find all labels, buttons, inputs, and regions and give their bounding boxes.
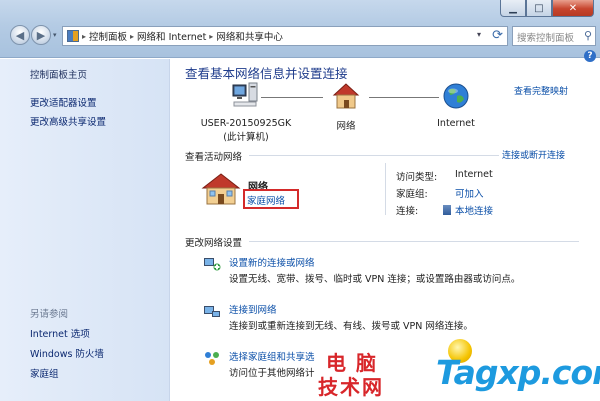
internet-map-label: Internet [437, 118, 475, 129]
network-type-link[interactable]: 家庭网络 [247, 193, 285, 207]
close-button[interactable]: ✕ [552, 0, 594, 17]
local-connection-link[interactable]: 本地连接 [443, 203, 493, 217]
homegroup-sharing-desc: 访问位于其他网络计 [229, 368, 315, 379]
house-icon [332, 83, 360, 109]
sidebar-item-change-adapter-settings[interactable]: 更改适配器设置 [30, 95, 97, 109]
address-bar[interactable]: ▸ 控制面板 ▸ 网络和 Internet ▸ 网络和共享中心 ▾ ⟳ [62, 26, 508, 46]
network-map-label: 网络 [336, 121, 356, 132]
help-icon[interactable]: ? [584, 50, 596, 62]
view-full-map-link[interactable]: 查看完整映射 [514, 84, 568, 97]
sidebar-item-control-panel-home[interactable]: 控制面板主页 [30, 67, 87, 81]
watermark-en-text: Tagxp.com [436, 353, 600, 392]
local-connection-label[interactable]: 本地连接 [455, 206, 493, 217]
search-placeholder: 搜索控制面板 [517, 33, 575, 44]
maximize-button[interactable]: □ [526, 0, 552, 17]
search-input[interactable]: 搜索控制面板 ⚲ [512, 26, 596, 46]
see-also-heading: 另请参阅 [30, 309, 69, 320]
page-title: 查看基本网络信息并设置连接 [185, 66, 348, 81]
connect-to-network-desc: 连接到或重新连接到无线、有线、拨号或 VPN 网络连接。 [229, 321, 473, 332]
setup-connection-link[interactable]: 设置新的连接或网络 [229, 255, 315, 269]
map-node-computer[interactable]: USER-20150925GK (此计算机) [191, 81, 301, 143]
breadcrumb-separator[interactable]: ▸ [82, 32, 86, 41]
access-type-label: 访问类型: [396, 172, 438, 183]
window-titlebar: ▁ □ ✕ ◀ ▶ ▾ ▸ 控制面板 ▸ 网络和 Internet ▸ 网络和共… [0, 0, 600, 58]
minimize-button[interactable]: ▁ [500, 0, 526, 17]
computer-sublabel: (此计算机) [223, 132, 269, 143]
homegroup-join-link[interactable]: 可加入 [455, 186, 484, 200]
sidebar: 控制面板主页 更改适配器设置 更改高级共享设置 另请参阅 Internet 选项… [0, 59, 170, 401]
active-networks-heading: 查看活动网络 [185, 152, 243, 163]
connect-disconnect-link[interactable]: 连接或断开连接 [502, 148, 565, 161]
setup-connection-desc: 设置无线、宽带、拨号、临时或 VPN 连接；或设置路由器或访问点。 [229, 274, 521, 285]
sidebar-item-windows-firewall[interactable]: Windows 防火墙 [30, 346, 104, 360]
computer-name: USER-20150925GK [200, 118, 292, 129]
forward-button[interactable]: ▶ [31, 25, 51, 45]
home-network-icon [201, 173, 241, 205]
map-node-internet[interactable]: Internet [426, 81, 486, 129]
section-divider [249, 241, 579, 242]
recent-pages-dropdown[interactable]: ▾ [53, 31, 57, 39]
section-divider [249, 155, 499, 156]
control-panel-icon [67, 30, 79, 42]
sidebar-item-internet-options[interactable]: Internet 选项 [30, 326, 90, 340]
vertical-divider [385, 163, 386, 215]
breadcrumb-separator[interactable]: ▸ [209, 32, 213, 41]
new-connection-icon [204, 258, 221, 271]
connections-label: 连接: [396, 206, 419, 217]
watermark-cn-line2: 技术网 [318, 375, 384, 399]
connect-to-network-link[interactable]: 连接到网络 [229, 302, 277, 316]
breadcrumb-network-sharing-center[interactable]: 网络和共享中心 [216, 29, 283, 43]
address-dropdown-icon[interactable]: ▾ [477, 30, 481, 39]
sidebar-item-homegroup[interactable]: 家庭组 [30, 366, 59, 380]
network-adapter-icon [443, 205, 451, 215]
search-icon[interactable]: ⚲ [584, 29, 592, 42]
breadcrumb-separator[interactable]: ▸ [130, 32, 134, 41]
access-type-value: Internet [455, 169, 493, 180]
computer-icon [232, 82, 258, 107]
change-settings-heading: 更改网络设置 [185, 238, 243, 249]
homegroup-sharing-link[interactable]: 选择家庭组和共享选 [229, 349, 315, 363]
refresh-icon[interactable]: ⟳ [492, 28, 503, 43]
back-button[interactable]: ◀ [10, 25, 30, 45]
breadcrumb-network-internet[interactable]: 网络和 Internet [137, 29, 206, 43]
watermark-logo-cn: 电脑 技术网 [318, 347, 430, 401]
homegroup-icon [205, 352, 219, 365]
homegroup-label: 家庭组: [396, 189, 428, 200]
breadcrumb-control-panel[interactable]: 控制面板 [89, 29, 127, 43]
connect-network-icon [204, 306, 220, 317]
watermark-logo-en: Tagxp.com [430, 339, 600, 401]
window-controls: ▁ □ ✕ [500, 0, 594, 17]
map-node-network[interactable]: 网络 [321, 81, 371, 132]
globe-icon [443, 83, 469, 109]
sidebar-item-change-advanced-sharing[interactable]: 更改高级共享设置 [30, 114, 106, 128]
